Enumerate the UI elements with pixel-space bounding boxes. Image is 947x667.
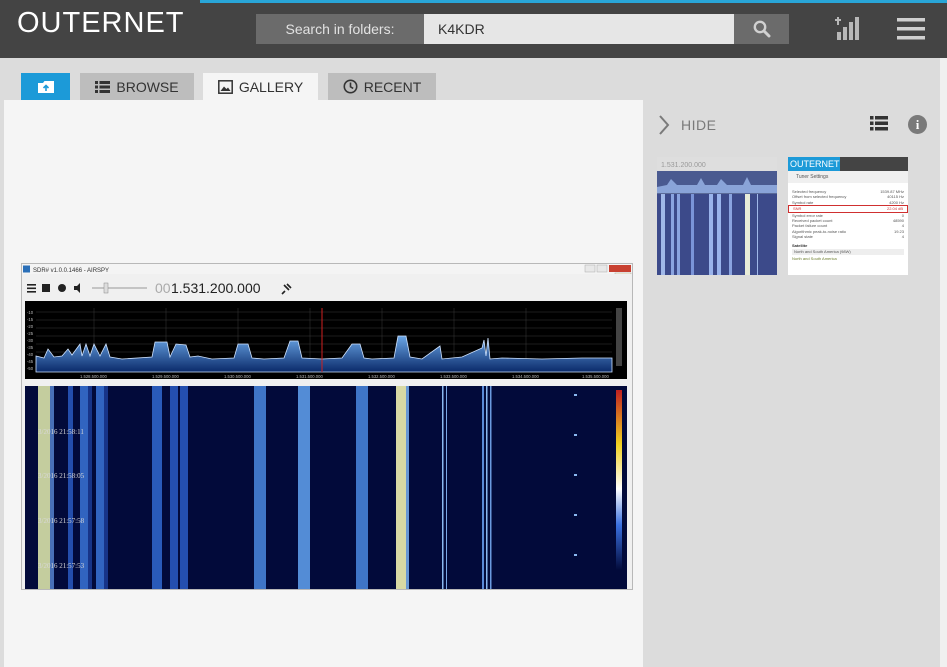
page-edge-strip <box>940 58 947 667</box>
sdr-screenshot-image: SDR# v1.0.0.1466 - AIRSPY 00 1.531.200.0… <box>22 264 632 589</box>
spectrum-tick-label: 1.535.500.000 <box>582 374 609 379</box>
tab-recent[interactable]: RECENT <box>328 73 436 100</box>
gallery-image-sdr-screenshot[interactable]: SDR# v1.0.0.1466 - AIRSPY 00 1.531.200.0… <box>21 263 633 590</box>
signal-bars-icon <box>835 17 859 40</box>
image-icon <box>217 79 233 94</box>
list-icon <box>95 80 111 93</box>
db-label: -10 <box>27 310 34 315</box>
db-label: -20 <box>27 324 34 329</box>
folder-up-icon <box>37 80 54 93</box>
search-input[interactable] <box>424 14 734 44</box>
info-button[interactable]: i <box>908 115 927 134</box>
chevron-right-icon <box>659 115 670 135</box>
hamburger-menu-icon <box>897 18 925 40</box>
app-logo[interactable]: OUTERNET <box>17 7 185 40</box>
thumbnail-section-label: Satellite <box>792 242 808 248</box>
spectrum-tick-label: 1.529.500.000 <box>152 374 179 379</box>
thumbnail-satellite-name: North and South America <box>792 255 837 261</box>
signal-button[interactable] <box>835 15 861 41</box>
waterfall-timestamp: 3/2016 21:58:11 <box>38 428 84 436</box>
hide-sidebar-toggle[interactable]: HIDE <box>657 114 716 136</box>
spectrum-tick-label: 1.531.500.000 <box>296 374 323 379</box>
db-label: -30 <box>27 338 34 343</box>
search-label: Search in folders: <box>256 14 424 44</box>
top-bar: OUTERNET Search in folders: <box>0 0 947 58</box>
waterfall-timestamp: 3/2016 21:58:05 <box>38 472 85 480</box>
sdr-frequency-dim: 00 <box>155 280 171 296</box>
db-label: -40 <box>27 352 34 357</box>
gallery-thumbnail-2[interactable]: OUTERNET Tuner Settings Selected frequen… <box>788 157 908 275</box>
list-view-button[interactable] <box>870 116 888 131</box>
thumbnail-frequency: 1.531.200.000 <box>661 162 706 169</box>
db-label: -50 <box>27 366 34 371</box>
thumbnail-sdr-image: 1.531.200.000 <box>657 157 777 275</box>
tab-browse-label: BROWSE <box>116 78 179 95</box>
hide-label: HIDE <box>681 117 717 133</box>
tab-browse[interactable]: BROWSE <box>80 73 194 100</box>
spectrum-tick-label: 1.530.500.000 <box>224 374 251 379</box>
gallery-viewer: SDR# v1.0.0.1466 - AIRSPY 00 1.531.200.0… <box>4 100 643 667</box>
search-button[interactable] <box>734 14 789 44</box>
accent-line <box>200 0 947 3</box>
thumbnail-row-highlighted: SNR 22.04 dB <box>788 205 908 213</box>
thumbnail-panel-title: Tuner Settings <box>788 171 908 183</box>
spectrum-tick-label: 1.528.500.000 <box>80 374 107 379</box>
waterfall-timestamp: 3/2016 21:57:53 <box>38 562 85 570</box>
sidebar: HIDE i 1.531.200.000 OUTERNET Tuner Sett… <box>643 100 940 667</box>
main-menu-button[interactable] <box>897 17 925 41</box>
thumbnail-logo: OUTERNET <box>788 157 840 171</box>
db-label: -25 <box>27 331 34 336</box>
gallery-thumbnail-1[interactable]: 1.531.200.000 <box>657 157 777 275</box>
list-view-icon <box>870 116 888 131</box>
row-label: SNR <box>793 206 802 212</box>
waterfall-timestamp: 3/2016 21:57:58 <box>38 517 85 525</box>
thumbnail-outernet-header: OUTERNET <box>788 157 908 171</box>
db-label: -15 <box>27 317 34 322</box>
db-label: -35 <box>27 345 34 350</box>
row-value: 4 <box>901 234 904 240</box>
tab-folder-up[interactable] <box>21 73 70 100</box>
tab-recent-label: RECENT <box>363 78 422 95</box>
tab-gallery[interactable]: GALLERY <box>203 73 318 100</box>
row-value: 4200 Hz <box>889 199 904 205</box>
row-label: Symbol rate <box>792 199 814 205</box>
spectrum-tick-label: 1.533.500.000 <box>440 374 467 379</box>
clock-icon <box>343 79 358 94</box>
row-value: 22.04 dB <box>886 206 903 212</box>
spectrum-tick-label: 1.532.500.000 <box>368 374 395 379</box>
db-label: -45 <box>27 359 34 364</box>
info-icon: i <box>915 116 920 132</box>
sdr-window-title: SDR# v1.0.0.1466 - AIRSPY <box>33 268 109 274</box>
search-icon <box>753 20 770 38</box>
tab-gallery-label: GALLERY <box>238 78 304 95</box>
row-label: Signal state <box>792 234 813 240</box>
sdr-frequency: 1.531.200.000 <box>171 280 261 296</box>
spectrum-tick-label: 1.534.500.000 <box>512 374 539 379</box>
